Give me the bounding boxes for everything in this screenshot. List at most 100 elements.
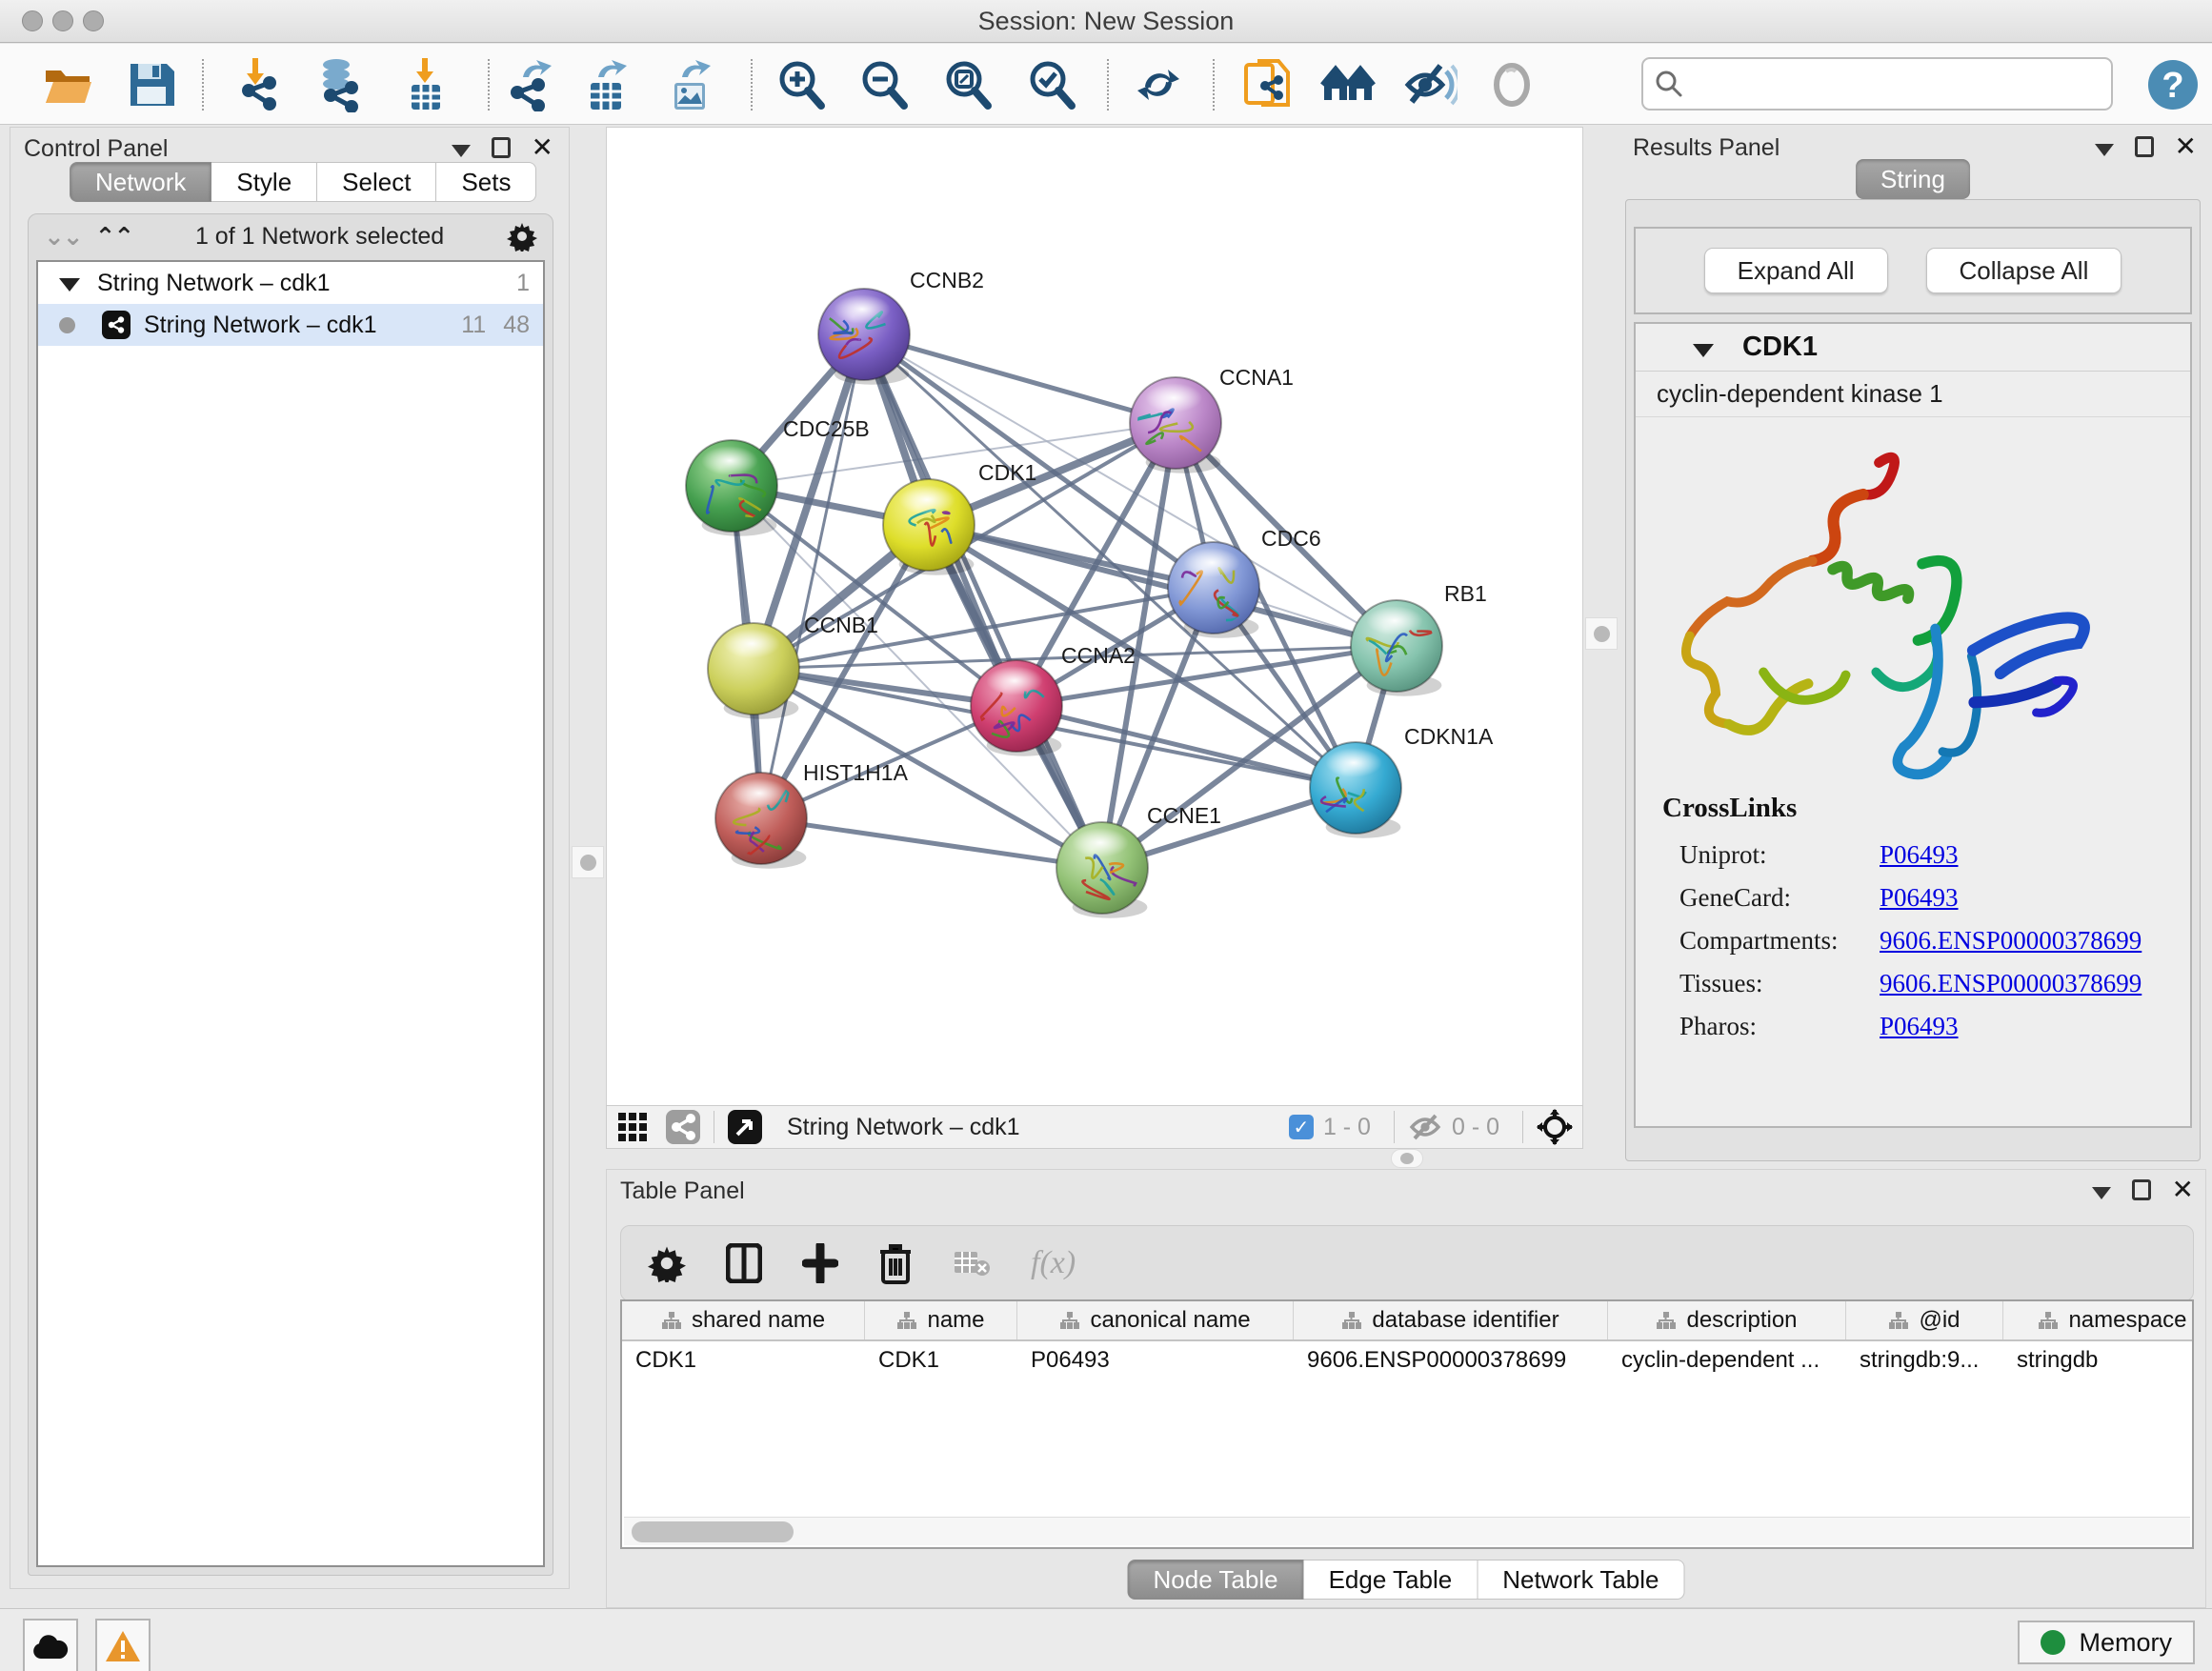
table-cell[interactable]: CDK1	[622, 1341, 865, 1379]
table-cell[interactable]: cyclin-dependent ...	[1608, 1341, 1846, 1379]
network-label: String Network – cdk1	[144, 312, 377, 339]
selected-checkbox-icon[interactable]: ✓	[1289, 1115, 1314, 1139]
collapse-triangle-icon[interactable]	[59, 278, 80, 292]
collapse-triangle-icon[interactable]	[1693, 344, 1714, 357]
hidden-eye-icon[interactable]	[1408, 1113, 1442, 1141]
tab-select[interactable]: Select	[317, 162, 436, 202]
help-icon[interactable]: ?	[2143, 55, 2202, 114]
grid-view-icon[interactable]	[616, 1111, 649, 1143]
show-all-icon[interactable]	[1482, 55, 1541, 114]
panel-float-icon[interactable]	[492, 137, 511, 158]
show-columns-icon[interactable]	[726, 1243, 762, 1283]
panel-float-icon[interactable]	[2132, 1179, 2151, 1200]
refresh-icon[interactable]	[1129, 55, 1188, 114]
expand-all-networks-icon[interactable]: ⌃⌃	[95, 222, 133, 252]
tab-node-table[interactable]: Node Table	[1128, 1560, 1304, 1600]
network-collection-row[interactable]: String Network – cdk1 1	[38, 262, 543, 304]
network-view-canvas[interactable]: CCNB2CCNA1CDC25BCDK1CDC6RB1CCNB1CCNA2CDK…	[606, 127, 1583, 1105]
table-cell[interactable]: CDK1	[865, 1341, 1017, 1379]
search-input[interactable]	[1693, 69, 2100, 100]
birdseye-view-icon[interactable]	[728, 1110, 762, 1144]
right-splitter-handle[interactable]	[1585, 617, 1618, 650]
save-icon[interactable]	[122, 55, 181, 114]
collapse-all-networks-icon[interactable]: ⌄⌄	[44, 222, 82, 252]
zoom-fit-icon[interactable]	[938, 55, 997, 114]
panel-menu-icon[interactable]	[452, 145, 471, 157]
crosslink-tissues-link[interactable]: 9606.ENSP00000378699	[1880, 969, 2142, 998]
table-settings-gear-icon[interactable]	[648, 1244, 686, 1282]
export-network-icon[interactable]	[499, 55, 558, 114]
panel-menu-icon[interactable]	[2095, 144, 2114, 156]
tab-style[interactable]: Style	[211, 162, 317, 202]
tab-network[interactable]: Network	[70, 162, 211, 202]
column-header[interactable]: database identifier	[1294, 1301, 1608, 1339]
crosslink-compartments-link[interactable]: 9606.ENSP00000378699	[1880, 926, 2142, 956]
birdseye-home-icon[interactable]	[1319, 55, 1378, 114]
network-row[interactable]: String Network – cdk1 11 48	[38, 304, 543, 346]
table-tabs: Node Table Edge Table Network Table	[1128, 1560, 1685, 1600]
function-builder-fx[interactable]: f(x)	[1031, 1245, 1076, 1281]
title-bar: Session: New Session	[0, 0, 2212, 43]
panel-close-icon[interactable]: ✕	[2172, 1179, 2194, 1200]
string-network-graph[interactable]: CCNB2CCNA1CDC25BCDK1CDC6RB1CCNB1CCNA2CDK…	[607, 128, 1584, 1106]
table-cell[interactable]: P06493	[1017, 1341, 1294, 1379]
export-image-icon[interactable]	[660, 55, 719, 114]
panel-menu-icon[interactable]	[2092, 1187, 2111, 1199]
crosslink-genecard-link[interactable]: P06493	[1880, 883, 1959, 913]
panel-close-icon[interactable]: ✕	[2175, 136, 2197, 157]
crosslink-label: Tissues:	[1679, 969, 1880, 998]
crosslink-pharos-link[interactable]: P06493	[1880, 1012, 1959, 1041]
table-cell[interactable]: stringdb	[2003, 1341, 2194, 1379]
tab-edge-table[interactable]: Edge Table	[1304, 1560, 1478, 1600]
scrollbar-thumb[interactable]	[632, 1521, 794, 1542]
zoom-selected-icon[interactable]	[1022, 55, 1081, 114]
left-splitter-handle[interactable]	[572, 846, 604, 878]
tab-network-table[interactable]: Network Table	[1478, 1560, 1684, 1600]
column-header[interactable]: namespace	[2003, 1301, 2194, 1339]
delete-table-icon[interactable]	[953, 1248, 991, 1278]
open-folder-icon[interactable]	[38, 55, 97, 114]
application-window: Session: New Session	[0, 0, 2212, 1671]
tab-sets[interactable]: Sets	[436, 162, 536, 202]
column-header[interactable]: @id	[1846, 1301, 2003, 1339]
create-column-plus-icon[interactable]	[802, 1243, 838, 1283]
tab-string[interactable]: String	[1856, 159, 1970, 199]
delete-column-trash-icon[interactable]	[878, 1242, 913, 1284]
bottom-splitter-handle[interactable]	[1391, 1149, 1423, 1168]
svg-text:CCNE1: CCNE1	[1147, 803, 1221, 828]
table-cell[interactable]: 9606.ENSP00000378699	[1294, 1341, 1608, 1379]
edge-count: 48	[503, 312, 530, 339]
column-header[interactable]: shared name	[622, 1301, 865, 1339]
clone-network-icon[interactable]	[1238, 55, 1297, 114]
hide-selected-icon[interactable]	[1400, 55, 1459, 114]
search-field[interactable]	[1641, 57, 2113, 111]
gene-card-header[interactable]: CDK1	[1636, 324, 2190, 372]
export-table-icon[interactable]	[576, 55, 635, 114]
collapse-all-button[interactable]: Collapse All	[1926, 248, 2122, 293]
panel-close-icon[interactable]: ✕	[532, 137, 553, 158]
import-network-icon[interactable]	[229, 55, 288, 114]
crosslink-uniprot-link[interactable]: P06493	[1880, 840, 1959, 870]
horizontal-scrollbar[interactable]	[624, 1517, 2190, 1545]
memory-button[interactable]: Memory	[2018, 1621, 2195, 1664]
column-header[interactable]: name	[865, 1301, 1017, 1339]
reposition-crosshair-icon[interactable]	[1537, 1109, 1573, 1145]
cloud-button[interactable]	[23, 1619, 78, 1671]
panel-float-icon[interactable]	[2135, 136, 2154, 157]
column-header[interactable]: canonical name	[1017, 1301, 1294, 1339]
gene-card: CDK1 cyclin-dependent kinase 1	[1634, 322, 2192, 1128]
gear-icon[interactable]	[507, 221, 537, 252]
toolbar-separator	[751, 59, 753, 111]
import-table-icon[interactable]	[395, 55, 454, 114]
table-cell[interactable]: stringdb:9...	[1846, 1341, 2003, 1379]
expand-all-button[interactable]: Expand All	[1704, 248, 1888, 293]
column-header[interactable]: description	[1608, 1301, 1846, 1339]
node-table[interactable]: shared namenamecanonical namedatabase id…	[620, 1299, 2194, 1549]
warnings-button[interactable]	[95, 1619, 151, 1671]
zoom-out-icon[interactable]	[855, 55, 914, 114]
table-row[interactable]: CDK1CDK1P064939606.ENSP00000378699cyclin…	[622, 1341, 2192, 1379]
zoom-in-icon[interactable]	[772, 55, 831, 114]
status-bar: Memory	[0, 1608, 2212, 1671]
import-network-database-icon[interactable]	[310, 55, 369, 114]
network-share-view-icon[interactable]	[666, 1110, 700, 1144]
